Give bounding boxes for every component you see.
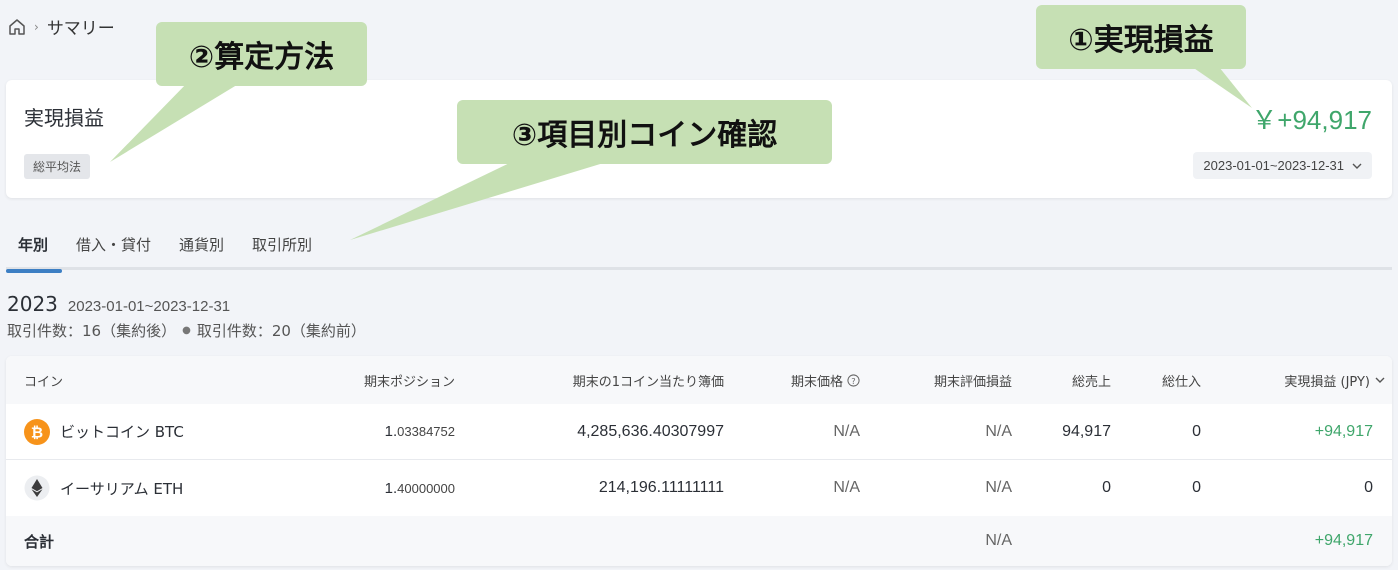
breadcrumb-current: サマリー	[46, 19, 115, 39]
header-unit-book-value: 期末の1コイン当たり簿価	[572, 374, 724, 390]
tab-bar: 年別 借入・貸付 通貨別 取引所別	[6, 222, 1392, 273]
pnl-table: コイン 期末ポジション 期末の1コイン当たり簿価 期末価格 ? 期末評価損益 総…	[6, 356, 1392, 566]
end-price: N/A	[833, 422, 860, 440]
count-after: 取引件数：16（集約後）	[7, 322, 177, 340]
header-realized-pnl-label: 実現損益 (JPY)	[1284, 374, 1370, 390]
total-realized-pnl: +94,917	[1314, 532, 1373, 549]
ethereum-icon	[24, 475, 50, 501]
realized-pnl-total: ￥+94,917	[1251, 105, 1372, 135]
header-end-price-label: 期末価格	[790, 374, 843, 390]
table-total-row: 合計 N/A +94,917	[6, 516, 1392, 566]
end-position: 1. 40000000	[385, 460, 455, 516]
breadcrumb: › サマリー	[8, 14, 115, 39]
total-sales: 0	[1102, 479, 1111, 496]
tab-by-exchange[interactable]: 取引所別	[238, 222, 326, 270]
realized-pnl: 0	[1364, 479, 1373, 496]
header-realized-pnl[interactable]: 実現損益 (JPY)	[1284, 356, 1386, 404]
table-row[interactable]: ₿ ビットコイン BTC 1. 03384752 4,285,636.403079…	[6, 404, 1392, 460]
end-price: N/A	[833, 479, 860, 496]
total-purchase: 0	[1192, 479, 1201, 496]
header-end-unrealized: 期末評価損益	[933, 374, 1012, 390]
realized-pnl: +94,917	[1314, 422, 1373, 440]
end-unrealized: N/A	[985, 479, 1012, 496]
coin-label: イーサリアム ETH	[60, 479, 184, 498]
coin-cell: ₿ ビットコイン BTC	[24, 404, 184, 459]
unit-book-value: 4,285,636.40307997	[577, 422, 724, 440]
period-select[interactable]: 2023-01-01~2023-12-31	[1193, 152, 1372, 179]
callout-calc-method: ②算定方法	[156, 22, 367, 86]
tab-lending[interactable]: 借入・貸付	[62, 222, 165, 270]
table-row[interactable]: イーサリアム ETH 1. 40000000 214,196.11111111 N…	[6, 460, 1392, 516]
end-position: 1. 03384752	[385, 404, 455, 459]
year-label: 2023	[7, 292, 58, 316]
chevron-down-icon	[1352, 163, 1362, 169]
coin-name: ₿ ビットコイン BTC	[24, 418, 184, 445]
svg-text:₿: ₿	[31, 423, 43, 441]
end-unrealized: N/A	[985, 422, 1012, 440]
bitcoin-icon: ₿	[24, 418, 50, 445]
summary-title: 実現損益	[24, 106, 104, 130]
svg-text:?: ?	[851, 375, 855, 385]
header-total-sales: 総売上	[1071, 374, 1111, 390]
header-total-purchase: 総仕入	[1161, 374, 1201, 390]
year-range: 2023-01-01~2023-12-31	[67, 298, 231, 315]
callout-realized-pnl: ①実現損益	[1036, 5, 1246, 69]
sort-down-icon	[1375, 377, 1385, 383]
tab-yearly[interactable]: 年別	[6, 222, 63, 273]
bullet-separator: ●	[182, 325, 191, 336]
callout-coin-breakdown: ③項目別コイン確認	[457, 100, 832, 164]
count-before: 取引件数：20（集約前）	[196, 322, 366, 340]
header-coin: コイン	[24, 374, 64, 390]
position-frac: 03384752	[397, 424, 455, 439]
position-frac: 40000000	[397, 480, 455, 496]
total-purchase: 0	[1192, 422, 1201, 440]
year-section: 2023 2023-01-01~2023-12-31 取引件数：16（集約後） …	[7, 292, 366, 341]
total-end-unrealized: N/A	[985, 532, 1012, 549]
period-select-value: 2023-01-01~2023-12-31	[1203, 158, 1344, 173]
coin-label: ビットコイン BTC	[60, 423, 184, 441]
position-int: 1.	[384, 423, 398, 440]
tab-by-currency[interactable]: 通貨別	[165, 222, 238, 270]
header-end-price: 期末価格 ?	[791, 356, 860, 404]
home-icon[interactable]	[8, 18, 26, 36]
help-icon[interactable]: ?	[847, 373, 860, 387]
header-end-position: 期末ポジション	[363, 374, 455, 390]
table-header: コイン 期末ポジション 期末の1コイン当たり簿価 期末価格 ? 期末評価損益 総…	[6, 356, 1392, 404]
unit-book-value: 214,196.11111111	[598, 479, 724, 496]
breadcrumb-separator: ›	[34, 19, 39, 34]
total-label: 合計	[24, 532, 55, 551]
method-badge: 総平均法	[24, 154, 91, 179]
total-sales: 94,917	[1062, 422, 1111, 440]
coin-cell: イーサリアム ETH	[24, 460, 183, 516]
position-int: 1.	[384, 479, 398, 497]
coin-name: イーサリアム ETH	[24, 475, 183, 501]
